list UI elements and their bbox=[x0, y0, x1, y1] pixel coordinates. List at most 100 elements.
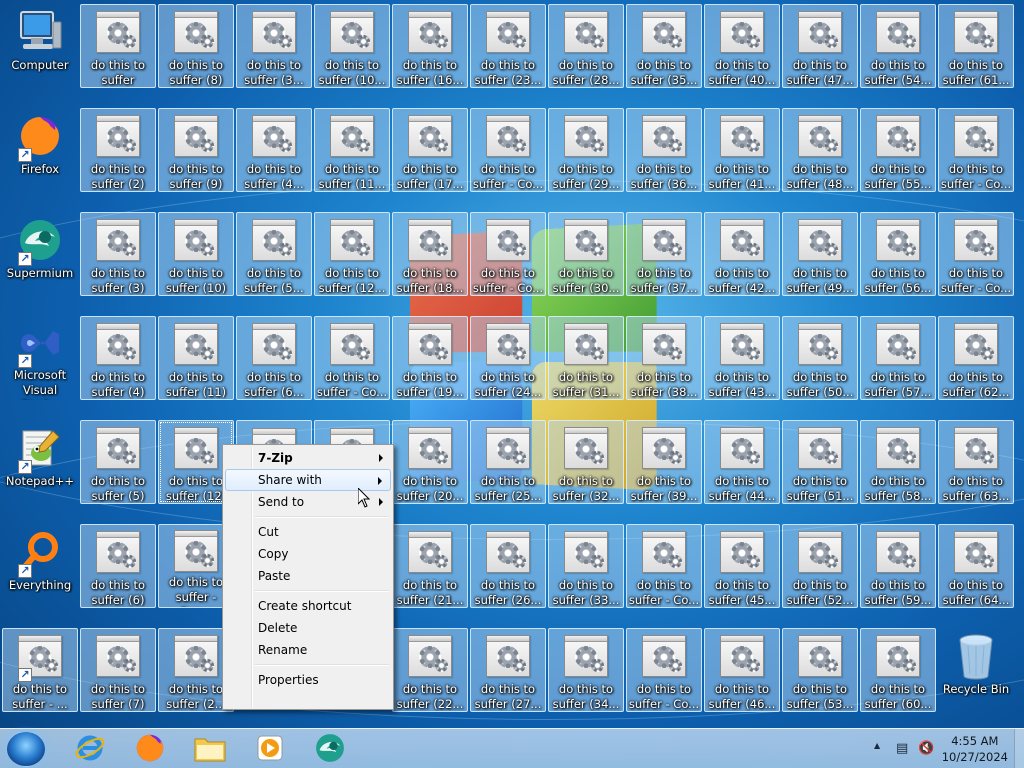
file-icon-item[interactable]: do this to suffer (9) bbox=[158, 108, 234, 192]
file-icon-item[interactable]: do this to suffer (21... bbox=[392, 524, 468, 608]
file-icon-item[interactable]: do this to suffer (52... bbox=[782, 524, 858, 608]
file-icon-item[interactable]: do this to suffer (4... bbox=[236, 108, 312, 192]
file-icon-item[interactable]: do this to suffer (18... bbox=[392, 212, 468, 296]
file-icon-item[interactable]: do this to suffer (63... bbox=[938, 420, 1014, 504]
file-icon-item[interactable]: do this to suffer (12... bbox=[314, 212, 390, 296]
desktop-shortcut[interactable]: ↗ Everything bbox=[2, 524, 78, 608]
desktop-shortcut[interactable]: ↗ Supermium bbox=[2, 212, 78, 296]
file-icon-item[interactable]: do this to suffer (31... bbox=[548, 316, 624, 400]
taskbar-firefox-button[interactable] bbox=[122, 731, 178, 767]
file-icon-item[interactable]: do this to suffer (58... bbox=[860, 420, 936, 504]
file-icon-item[interactable]: do this to suffer (23... bbox=[470, 4, 546, 88]
menu-item-delete[interactable]: Delete bbox=[225, 617, 391, 639]
show-desktop-button[interactable] bbox=[1014, 729, 1024, 768]
volume-muted-icon[interactable]: 🔇 bbox=[918, 741, 934, 756]
file-icon-item[interactable]: do this to suffer (36... bbox=[626, 108, 702, 192]
file-icon-item[interactable]: do this to suffer (30... bbox=[548, 212, 624, 296]
file-icon-item[interactable]: do this to suffer (26... bbox=[470, 524, 546, 608]
file-icon-item[interactable]: do this to suffer (3... bbox=[236, 4, 312, 88]
file-icon-item[interactable]: do this to suffer (17... bbox=[392, 108, 468, 192]
file-icon-item[interactable]: do this to suffer (24... bbox=[470, 316, 546, 400]
file-icon-item[interactable]: do this to suffer (10... bbox=[314, 4, 390, 88]
file-icon-item[interactable]: do this to suffer (37... bbox=[626, 212, 702, 296]
file-icon-item[interactable]: do this to suffer (57... bbox=[860, 316, 936, 400]
desktop-shortcut[interactable]: ↗ Firefox bbox=[2, 108, 78, 192]
file-icon-item[interactable]: do this to suffer (22... bbox=[392, 628, 468, 712]
file-icon-item[interactable]: do this to suffer (16... bbox=[392, 4, 468, 88]
desktop-shortcut[interactable]: ↗Microsoft Visual Stud... bbox=[2, 316, 78, 400]
taskbar-media-player-button[interactable] bbox=[242, 731, 298, 767]
file-icon-item[interactable]: do this to suffer - Co... bbox=[470, 108, 546, 192]
file-icon-item[interactable]: do this to suffer (44... bbox=[704, 420, 780, 504]
menu-item-create-shortcut[interactable]: Create shortcut bbox=[225, 595, 391, 617]
desktop-shortcut[interactable]: Computer bbox=[2, 4, 78, 88]
file-icon-item[interactable]: do this to suffer (11) bbox=[158, 316, 234, 400]
taskbar-supermium-button[interactable] bbox=[302, 731, 358, 767]
file-icon-item[interactable]: do this to suffer - Co... bbox=[938, 212, 1014, 296]
menu-item-7-zip[interactable]: 7-Zip bbox=[225, 447, 391, 469]
file-icon-item[interactable]: do this to suffer (20... bbox=[392, 420, 468, 504]
file-icon-item[interactable]: do this to suffer (64... bbox=[938, 524, 1014, 608]
file-icon-item[interactable]: do this to suffer (61... bbox=[938, 4, 1014, 88]
show-hidden-icons-icon[interactable]: ▲ bbox=[874, 741, 880, 750]
network-icon[interactable]: ▤ bbox=[896, 741, 908, 756]
file-icon-item[interactable]: do this to suffer - Co... bbox=[938, 108, 1014, 192]
file-icon-item[interactable]: do this to suffer (3) bbox=[80, 212, 156, 296]
file-icon-item[interactable]: do this to suffer (60... bbox=[860, 628, 936, 712]
file-icon-item[interactable]: do this to suffer (56... bbox=[860, 212, 936, 296]
menu-item-properties[interactable]: Properties bbox=[225, 669, 391, 691]
desktop[interactable]: Computer ↗ Firefox ↗ Supermium ↗ Microsoft Vis… bbox=[0, 0, 1024, 728]
file-icon-item[interactable]: do this to suffer (27... bbox=[470, 628, 546, 712]
file-icon-item[interactable]: do this to suffer (42... bbox=[704, 212, 780, 296]
desktop-shortcut[interactable]: ↗ do this to suffer - ... bbox=[2, 628, 78, 712]
file-icon-item[interactable]: do this to suffer (59... bbox=[860, 524, 936, 608]
menu-item-copy[interactable]: Copy bbox=[225, 543, 391, 565]
file-icon-item[interactable]: do this to suffer bbox=[80, 4, 156, 88]
file-icon-item[interactable]: do this to suffer (2) bbox=[80, 108, 156, 192]
file-icon-item[interactable]: do this to suffer (6) bbox=[80, 524, 156, 608]
file-icon-item[interactable]: do this to suffer (35... bbox=[626, 4, 702, 88]
file-icon-item[interactable]: do this to suffer - Co... bbox=[470, 212, 546, 296]
file-icon-item[interactable]: do this to suffer - Co... bbox=[626, 524, 702, 608]
clock[interactable]: 4:55 AM 10/27/2024 bbox=[942, 733, 1008, 765]
file-icon-item[interactable]: do this to suffer (39... bbox=[626, 420, 702, 504]
menu-item-paste[interactable]: Paste bbox=[225, 565, 391, 587]
menu-item-rename[interactable]: Rename bbox=[225, 639, 391, 661]
file-icon-item[interactable]: do this to suffer (51... bbox=[782, 420, 858, 504]
file-icon-item[interactable]: do this to suffer (38... bbox=[626, 316, 702, 400]
file-icon-item[interactable]: do this to suffer (11... bbox=[314, 108, 390, 192]
file-icon-item[interactable]: do this to suffer (47... bbox=[782, 4, 858, 88]
file-icon-item[interactable]: do this to suffer (19... bbox=[392, 316, 468, 400]
file-icon-item[interactable]: do this to suffer (53... bbox=[782, 628, 858, 712]
file-icon-item[interactable]: do this to suffer (4) bbox=[80, 316, 156, 400]
file-icon-item[interactable]: do this to suffer (48... bbox=[782, 108, 858, 192]
file-icon-item[interactable]: do this to suffer (25... bbox=[470, 420, 546, 504]
desktop-shortcut[interactable]: ↗ Notepad++ bbox=[2, 420, 78, 504]
file-icon-item[interactable]: do this to suffer (29... bbox=[548, 108, 624, 192]
file-icon-item[interactable]: do this to suffer (46... bbox=[704, 628, 780, 712]
file-icon-item[interactable]: do this to suffer (62... bbox=[938, 316, 1014, 400]
menu-item-cut[interactable]: Cut bbox=[225, 521, 391, 543]
file-icon-item[interactable]: do this to suffer (10) bbox=[158, 212, 234, 296]
file-icon-item[interactable]: do this to suffer (54... bbox=[860, 4, 936, 88]
file-icon-item[interactable]: do this to suffer (6... bbox=[236, 316, 312, 400]
file-icon-item[interactable]: do this to suffer (8) bbox=[158, 4, 234, 88]
recycle-bin[interactable]: Recycle Bin bbox=[938, 628, 1014, 712]
file-icon-item[interactable]: do this to suffer - Co... bbox=[314, 316, 390, 400]
file-icon-item[interactable]: do this to suffer (41... bbox=[704, 108, 780, 192]
taskbar-explorer-button[interactable] bbox=[182, 731, 238, 767]
file-icon-item[interactable]: do this to suffer (7) bbox=[80, 628, 156, 712]
file-icon-item[interactable]: do this to suffer (5) bbox=[80, 420, 156, 504]
file-icon-item[interactable]: do this to suffer (50... bbox=[782, 316, 858, 400]
file-icon-item[interactable]: do this to suffer (45... bbox=[704, 524, 780, 608]
file-icon-item[interactable]: do this to suffer (34... bbox=[548, 628, 624, 712]
file-icon-item[interactable]: do this to suffer (32... bbox=[548, 420, 624, 504]
file-icon-item[interactable]: do this to suffer - Co... bbox=[626, 628, 702, 712]
file-icon-item[interactable]: do this to suffer (5... bbox=[236, 212, 312, 296]
file-icon-item[interactable]: do this to suffer (55... bbox=[860, 108, 936, 192]
file-icon-item[interactable]: do this to suffer (43... bbox=[704, 316, 780, 400]
file-icon-item[interactable]: do this to suffer (28... bbox=[548, 4, 624, 88]
taskbar-internet-explorer-button[interactable] bbox=[62, 731, 118, 767]
windows-start-icon[interactable] bbox=[6, 731, 46, 767]
file-icon-item[interactable]: do this to suffer (49... bbox=[782, 212, 858, 296]
